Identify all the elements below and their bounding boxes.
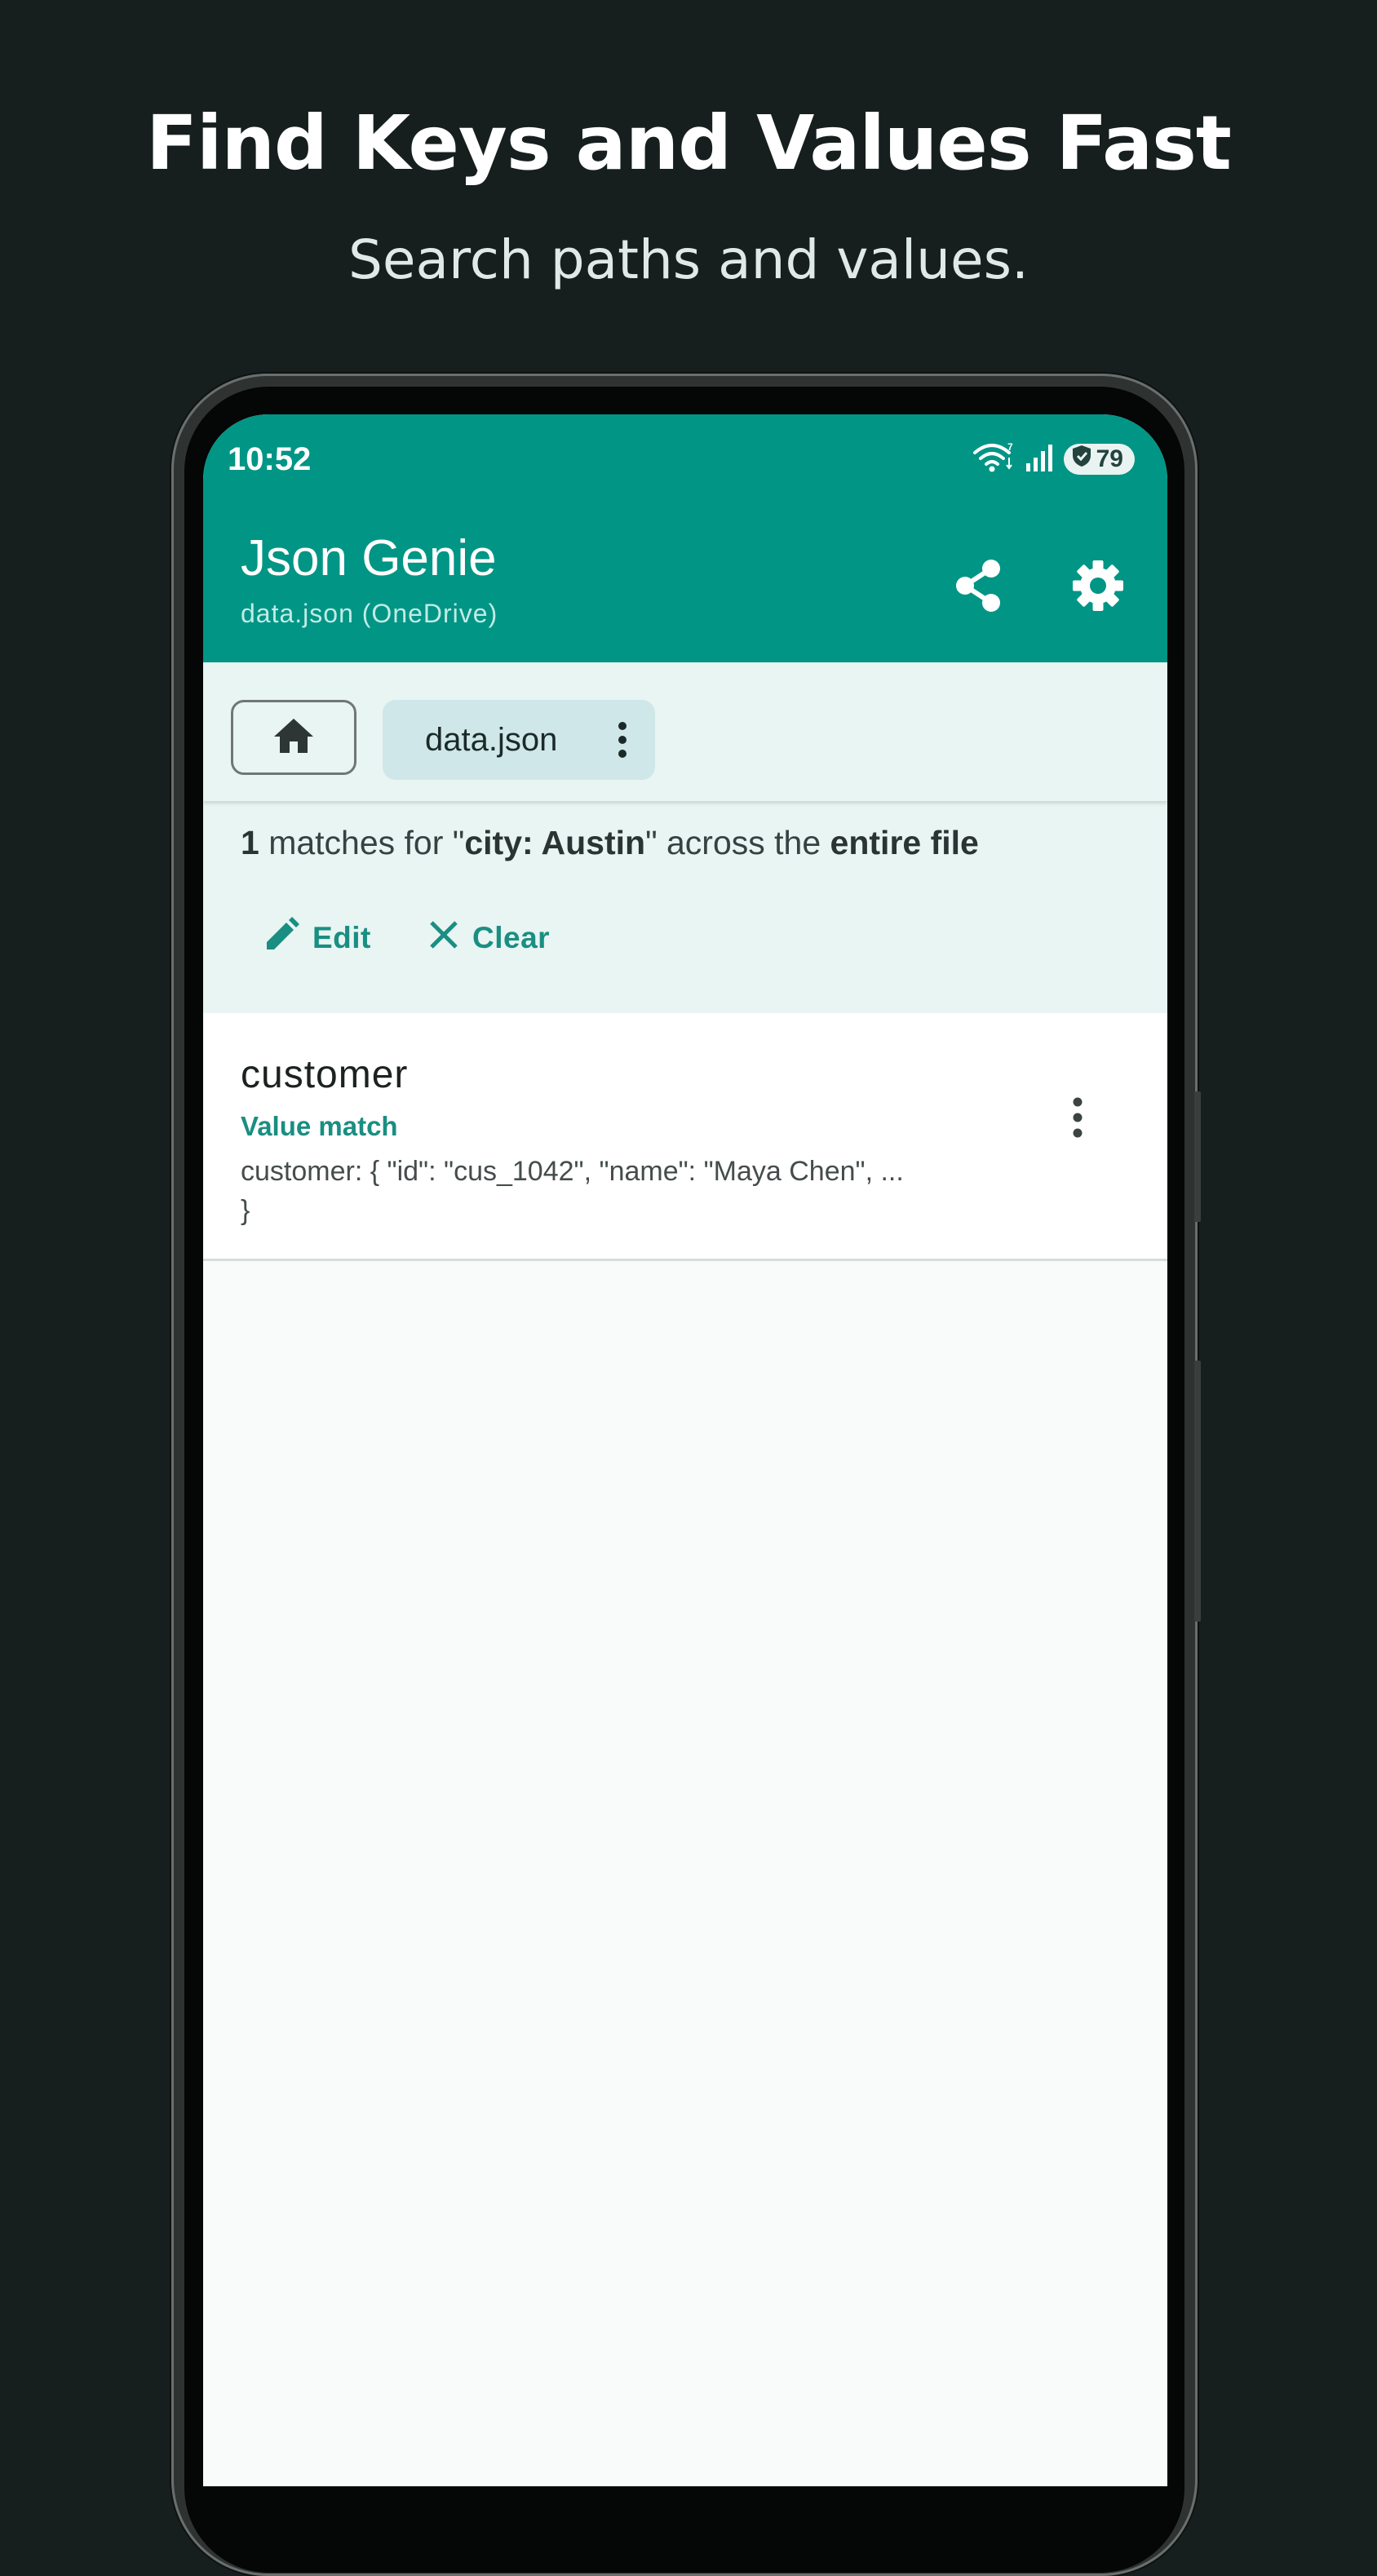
status-icons: 7 79 [972,440,1135,478]
promo-subtitle: Search paths and values. [348,228,1029,291]
close-icon [427,918,461,959]
summary-text-across: " across the [645,824,830,861]
settings-button[interactable] [1059,548,1137,626]
app-title: Json Genie [241,530,497,586]
result-overflow-button[interactable] [1053,1078,1102,1160]
phone-screen: 10:52 7 79 Json Genie data.json (OneDriv… [203,414,1167,2486]
search-panel: 1 matches for "city: Austin" across the … [203,801,1167,1013]
summary-text-matches: matches for " [259,824,465,861]
battery-shield-icon [1070,444,1093,475]
share-icon [952,557,1004,618]
status-time: 10:52 [228,441,312,477]
app-subtitle: data.json (OneDrive) [241,599,498,628]
clear-label: Clear [472,921,551,954]
wifi-icon: 7 [972,441,1015,478]
result-preview: customer: { "id": "cus_1042", "name": "M… [241,1156,904,1226]
settings-gear-icon [1071,559,1125,617]
phone-power-button [1194,1361,1201,1622]
home-icon [271,715,317,760]
search-scope: entire file [830,824,979,861]
battery-indicator: 79 [1063,444,1135,475]
share-button[interactable] [939,548,1017,626]
app-bar: 10:52 7 79 Json Genie data.json (OneDriv… [203,414,1167,662]
file-toolbar: data.json [203,662,1167,801]
file-chip-label: data.json [425,721,558,758]
edit-label: Edit [312,921,371,954]
edit-search-button[interactable]: Edit [262,905,371,971]
match-count: 1 [241,824,259,861]
file-chip[interactable]: data.json [383,700,655,780]
list-item[interactable]: customer Value match customer: { "id": "… [203,1013,1167,1261]
promo-title: Find Keys and Values Fast [146,100,1232,187]
signal-icon [1025,442,1054,477]
phone-volume-button [1194,1091,1201,1222]
pencil-icon [262,915,301,962]
result-key: customer [241,1053,409,1096]
search-summary: 1 matches for "city: Austin" across the … [241,821,979,865]
more-vert-icon[interactable] [614,719,631,760]
results-empty-area [203,1261,1167,2486]
search-query: city: Austin [464,824,646,861]
clear-search-button[interactable]: Clear [427,905,550,971]
match-type-label: Value match [241,1111,398,1141]
battery-level: 79 [1096,445,1123,472]
home-button[interactable] [231,700,356,775]
more-vert-icon [1069,1095,1086,1144]
svg-text:7: 7 [1007,441,1013,453]
